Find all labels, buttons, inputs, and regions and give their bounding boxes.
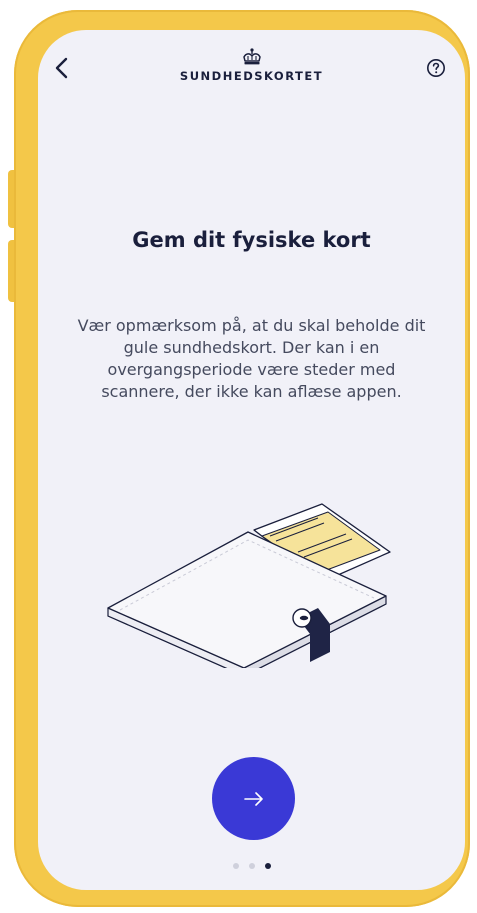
description-text: Vær opmærksom på, at du skal beholde dit… [77,316,426,401]
page-indicator [38,863,465,869]
brand-header: SUNDHEDSKORTET [38,48,465,83]
app-screen: SUNDHEDSKORTET Gem dit fysiske kort Vær … [38,30,465,890]
page-dot-1[interactable] [232,863,239,869]
next-button[interactable] [212,757,295,840]
help-button[interactable] [426,58,446,78]
device-stage: SUNDHEDSKORTET Gem dit fysiske kort Vær … [0,0,477,913]
brand-name: SUNDHEDSKORTET [179,69,324,83]
page-title: Gem dit fysiske kort [132,228,371,252]
crown-icon [242,48,261,65]
wallet-with-health-card-illustration [107,503,391,668]
page-dot-3-active[interactable] [264,863,271,869]
page-dot-2[interactable] [248,863,255,869]
question-circle-icon [427,59,445,77]
arrow-right-icon [243,791,263,806]
